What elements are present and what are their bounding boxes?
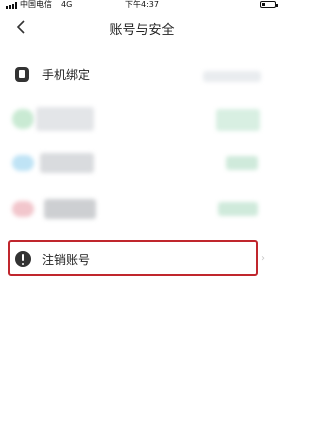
redacted-app-icon (12, 155, 34, 171)
phone-binding-label: 手机绑定 (42, 68, 91, 82)
redacted-status (226, 156, 258, 170)
chevron-right-icon: › (261, 253, 265, 264)
cancel-account-label: 注销账号 (42, 253, 91, 267)
battery-icon (260, 1, 278, 8)
redacted-label (44, 199, 96, 219)
phone-binding-row[interactable]: 手机绑定 (0, 55, 284, 95)
redacted-app-icon (12, 109, 34, 129)
nav-bar: 账号与安全 (0, 14, 284, 42)
redacted-app-icon (12, 201, 34, 217)
redacted-label (36, 107, 94, 131)
redacted-status (218, 202, 258, 216)
redacted-binding-row-1[interactable] (0, 99, 284, 139)
phone-number-redacted (203, 71, 261, 82)
status-bar: 中国电信 4G 下午4:37 (0, 0, 284, 10)
redacted-status (216, 109, 260, 131)
redacted-label (40, 153, 94, 173)
status-time: 下午4:37 (125, 0, 159, 9)
redacted-binding-row-2[interactable] (0, 143, 284, 183)
warning-circle-icon (15, 251, 31, 267)
phone-icon (15, 67, 29, 82)
page-title: 账号与安全 (109, 23, 175, 38)
redacted-binding-row-3[interactable] (0, 189, 284, 229)
